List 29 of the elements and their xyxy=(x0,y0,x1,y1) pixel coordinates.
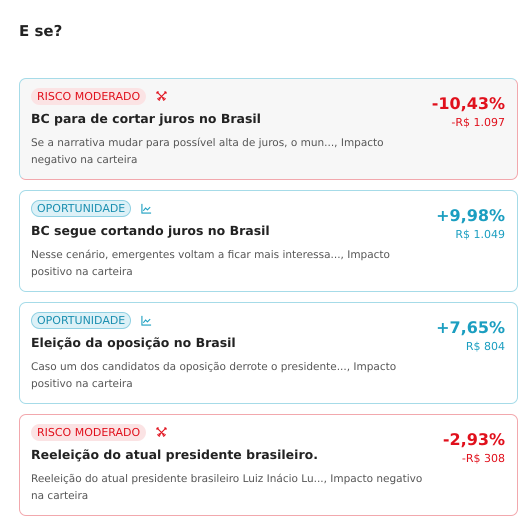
scenario-title: Reeleição do atual presidente brasileiro. xyxy=(31,447,319,462)
status-badge: OPORTUNIDADE xyxy=(31,312,132,329)
page-heading: E se? xyxy=(19,22,64,40)
scenario-card[interactable]: RISCO MODERADO Reeleição do atual presidente brasileiro. Reeleição do atual presidente brasileiro Luiz Inácio Lu..., Impacto negativo na carteira -2,93% -R$ 308 xyxy=(19,414,518,516)
scenario-card[interactable]: OPORTUNIDADE BC segue cortando juros no Brasil Nesse cenário, emergentes voltam a ficar mais interessa..., Impacto positivo na carteira +9,98% R$ 1.049 xyxy=(19,190,518,292)
scenario-description: Nesse cenário, emergentes voltam a ficar mais interessa..., Impacto positivo na carteira xyxy=(31,248,391,280)
amount-change: -R$ 1.097 xyxy=(451,116,505,129)
status-badge: OPORTUNIDADE xyxy=(31,200,132,217)
scenario-description: Caso um dos candidatos da oposição derrote o presidente..., Impacto positivo na carteira xyxy=(31,360,398,392)
scenario-title: BC para de cortar juros no Brasil xyxy=(31,111,262,126)
swords-icon xyxy=(156,427,168,438)
swords-icon xyxy=(156,91,168,102)
percent-change: +7,65% xyxy=(436,318,505,337)
status-badge: RISCO MODERADO xyxy=(31,88,146,105)
line-chart-icon xyxy=(141,315,152,326)
scenario-title: Eleição da oposição no Brasil xyxy=(31,335,237,350)
line-chart-icon xyxy=(141,203,152,214)
scenario-card[interactable]: RISCO MODERADO BC para de cortar juros no Brasil Se a narrativa mudar para possível alta de juros, o mun..., Impacto negativo na carteira -10,43% -R$ 1.097 xyxy=(19,78,518,180)
status-badge: RISCO MODERADO xyxy=(31,424,146,441)
percent-change: -2,93% xyxy=(442,430,505,449)
scenario-card[interactable]: OPORTUNIDADE Eleição da oposição no Brasil Caso um dos candidatos da oposição derrote o presidente..., Impacto positivo na carteira +7,65% R$ 804 xyxy=(19,302,518,404)
scenario-title: BC segue cortando juros no Brasil xyxy=(31,223,271,238)
amount-change: R$ 1.049 xyxy=(455,228,505,241)
percent-change: +9,98% xyxy=(436,206,505,225)
amount-change: -R$ 308 xyxy=(462,452,505,465)
amount-change: R$ 804 xyxy=(466,340,505,353)
scenario-description: Reeleição do atual presidente brasileiro Luiz Inácio Lu..., Impacto negativo na carteira xyxy=(31,472,424,504)
scenario-description: Se a narrativa mudar para possível alta de juros, o mun..., Impacto negativo na carteira xyxy=(31,136,385,168)
percent-change: -10,43% xyxy=(432,94,505,113)
